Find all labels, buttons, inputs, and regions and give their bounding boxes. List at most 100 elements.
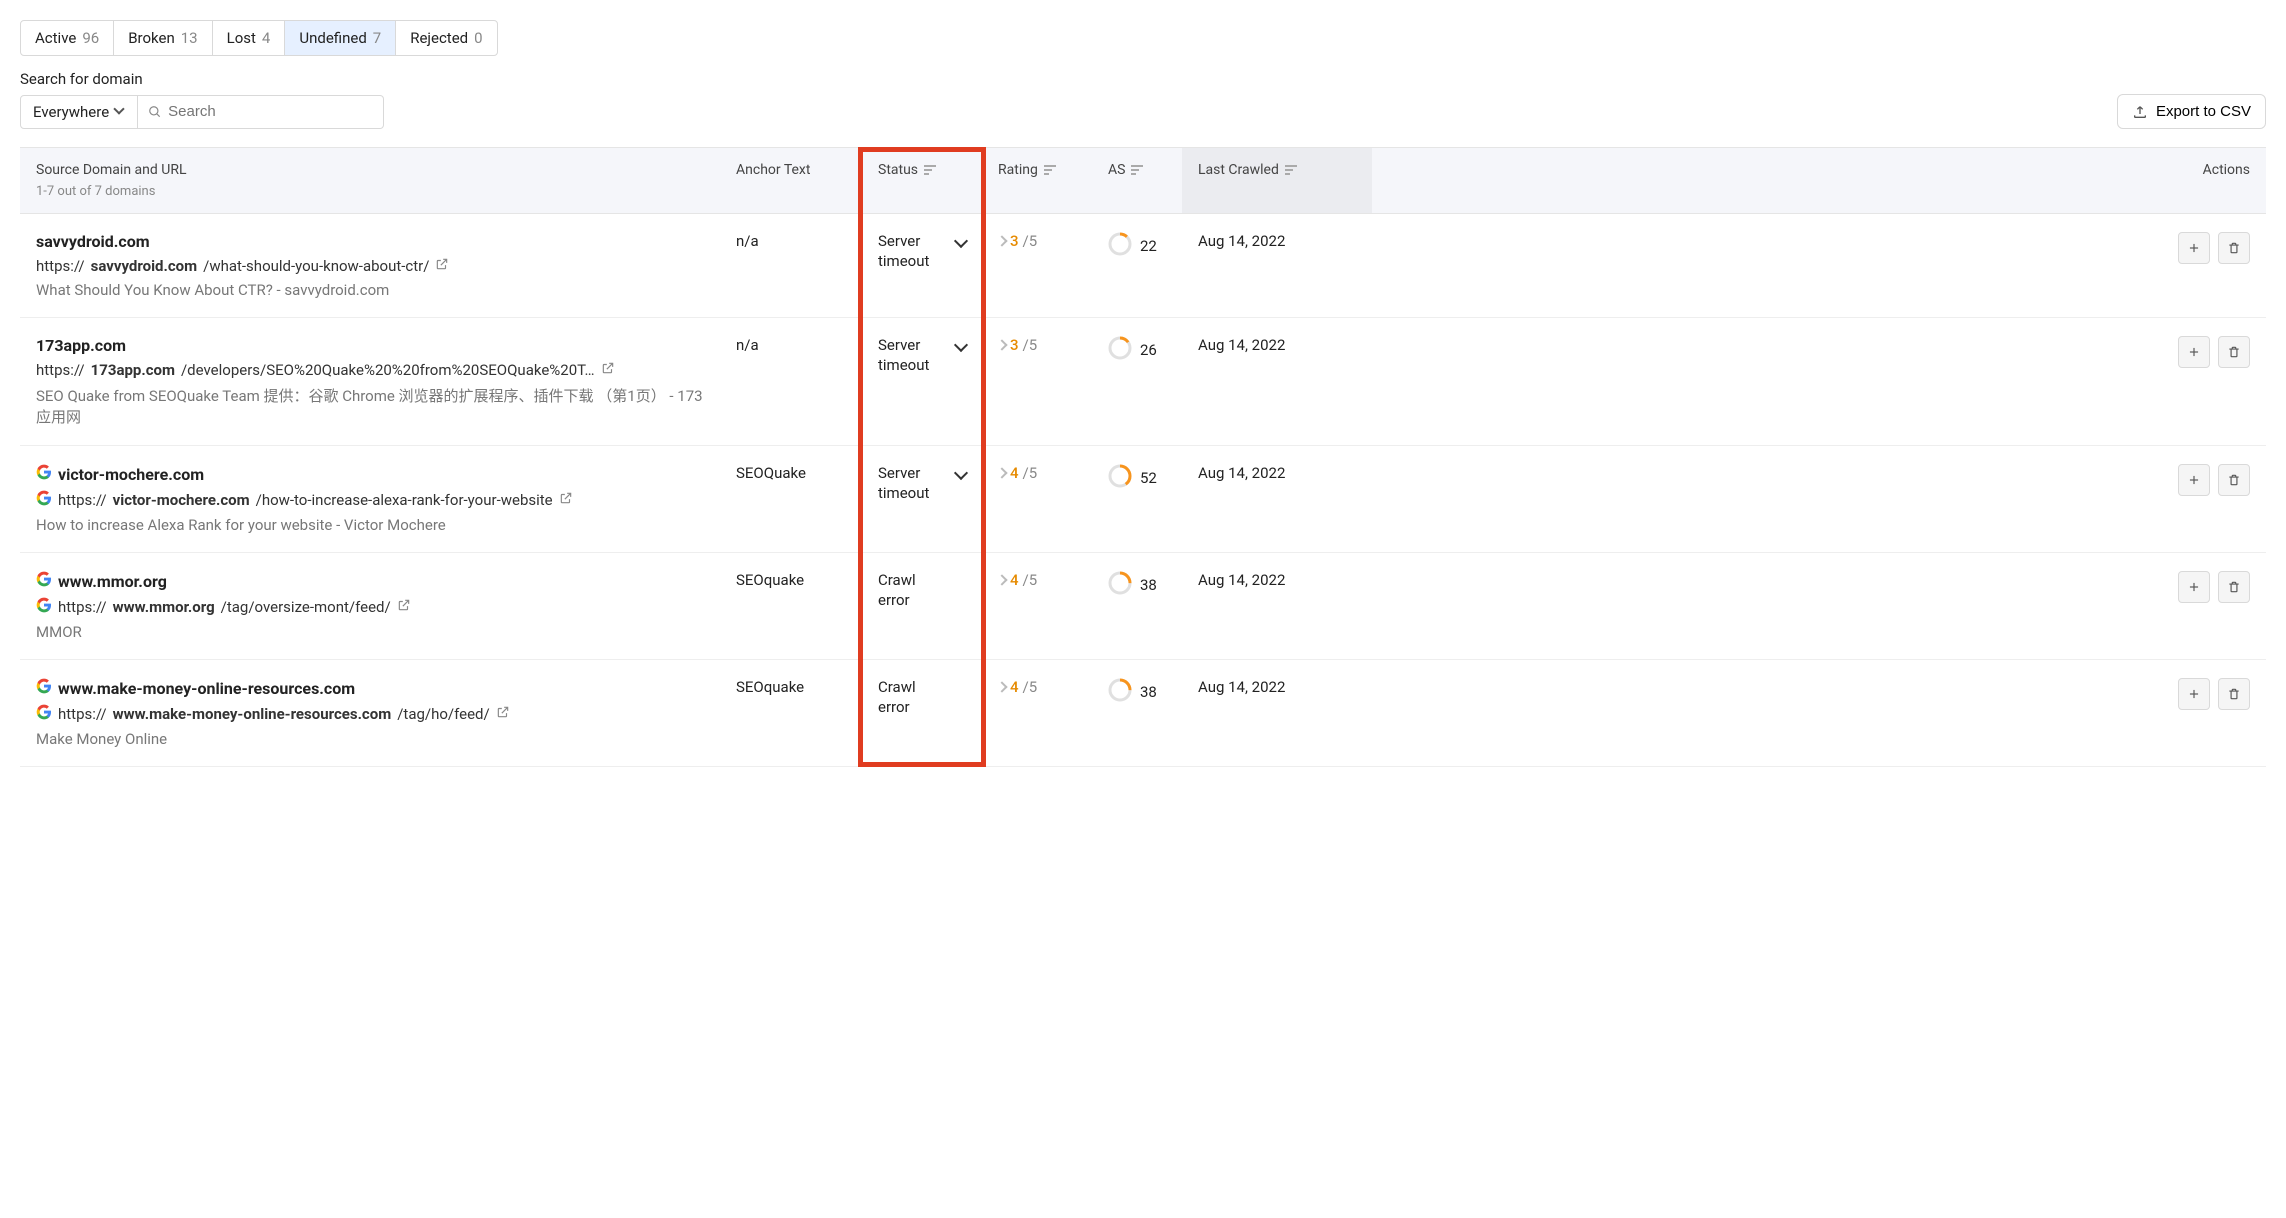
rating-total: /5 bbox=[1023, 678, 1038, 696]
cell-status: Server timeout bbox=[862, 318, 982, 393]
as-arc-icon bbox=[1108, 336, 1132, 364]
tab-count: 0 bbox=[474, 29, 482, 47]
sort-icon bbox=[1131, 165, 1143, 175]
tab-active[interactable]: Active96 bbox=[21, 21, 114, 55]
cell-actions bbox=[1372, 660, 2266, 728]
col-rating[interactable]: Rating bbox=[982, 148, 1092, 213]
chevron-right-icon bbox=[998, 683, 1006, 691]
chevron-down-icon[interactable] bbox=[952, 466, 966, 484]
as-arc-icon bbox=[1108, 571, 1132, 599]
external-link-icon[interactable] bbox=[601, 361, 615, 379]
col-status[interactable]: Status bbox=[862, 148, 982, 213]
cell-anchor: SEOquake bbox=[720, 660, 862, 714]
status-text: Crawl error bbox=[878, 571, 948, 610]
tab-lost[interactable]: Lost4 bbox=[213, 21, 286, 55]
cell-rating[interactable]: 4/5 bbox=[982, 446, 1092, 500]
chevron-right-icon bbox=[998, 576, 1006, 584]
cell-source: victor-mochere.com https://victor-mochere… bbox=[20, 446, 720, 552]
url-line[interactable]: https://www.mmor.org/tag/oversize-mont/f… bbox=[36, 597, 704, 617]
cell-actions bbox=[1372, 214, 2266, 282]
add-button[interactable] bbox=[2178, 336, 2210, 368]
search-label: Search for domain bbox=[20, 70, 2266, 88]
add-button[interactable] bbox=[2178, 678, 2210, 710]
url-line[interactable]: https://173app.com/developers/SEO%20Quak… bbox=[36, 361, 704, 379]
domain-line: victor-mochere.com bbox=[36, 464, 704, 484]
col-as[interactable]: AS bbox=[1092, 148, 1182, 213]
search-controls: Everywhere bbox=[20, 95, 384, 129]
external-link-icon[interactable] bbox=[559, 491, 573, 509]
tab-rejected[interactable]: Rejected0 bbox=[396, 21, 496, 55]
rating-value: 4 bbox=[1010, 464, 1019, 482]
google-favicon-icon bbox=[36, 704, 52, 724]
external-link-icon[interactable] bbox=[435, 257, 449, 275]
cell-crawled: Aug 14, 2022 bbox=[1182, 318, 1372, 372]
search-input[interactable] bbox=[162, 96, 373, 127]
col-crawled[interactable]: Last Crawled bbox=[1182, 148, 1372, 213]
table-header: Source Domain and URL 1-7 out of 7 domai… bbox=[20, 147, 2266, 214]
external-link-icon[interactable] bbox=[496, 705, 510, 723]
sort-icon bbox=[1044, 165, 1056, 175]
tab-broken[interactable]: Broken13 bbox=[114, 21, 212, 55]
url-line[interactable]: https://savvydroid.com/what-should-you-k… bbox=[36, 257, 704, 275]
external-link-icon[interactable] bbox=[397, 598, 411, 616]
cell-anchor: SEOQuake bbox=[720, 446, 862, 500]
as-arc-icon bbox=[1108, 678, 1132, 706]
domain-name: savvydroid.com bbox=[36, 232, 150, 251]
cell-status: Server timeout bbox=[862, 214, 982, 289]
domain-line: www.mmor.org bbox=[36, 571, 704, 591]
google-favicon-icon bbox=[36, 678, 52, 698]
cell-crawled: Aug 14, 2022 bbox=[1182, 214, 1372, 268]
cell-actions bbox=[1372, 553, 2266, 621]
as-arc-icon bbox=[1108, 232, 1132, 260]
delete-button[interactable] bbox=[2218, 336, 2250, 368]
status-text: Server timeout bbox=[878, 464, 946, 503]
chevron-right-icon bbox=[998, 237, 1006, 245]
rating-value: 3 bbox=[1010, 336, 1019, 354]
cell-rating[interactable]: 3/5 bbox=[982, 318, 1092, 372]
cell-anchor: n/a bbox=[720, 214, 862, 268]
page-title-text: What Should You Know About CTR? - savvyd… bbox=[36, 281, 704, 299]
delete-button[interactable] bbox=[2218, 232, 2250, 264]
rating-total: /5 bbox=[1023, 336, 1038, 354]
chevron-down-icon[interactable] bbox=[952, 338, 966, 356]
url-line[interactable]: https://www.make-money-online-resources.… bbox=[36, 704, 704, 724]
add-button[interactable] bbox=[2178, 232, 2210, 264]
chevron-down-icon[interactable] bbox=[952, 234, 966, 252]
page-title-text: Make Money Online bbox=[36, 730, 704, 748]
add-button[interactable] bbox=[2178, 571, 2210, 603]
cell-as: 26 bbox=[1092, 318, 1182, 382]
url-line[interactable]: https://victor-mochere.com/how-to-increa… bbox=[36, 490, 704, 510]
chevron-down-icon bbox=[115, 107, 125, 117]
as-value: 52 bbox=[1140, 469, 1157, 487]
domain-name: www.make-money-online-resources.com bbox=[58, 679, 355, 698]
export-csv-button[interactable]: Export to CSV bbox=[2117, 94, 2266, 129]
status-text: Server timeout bbox=[878, 336, 946, 375]
cell-as: 38 bbox=[1092, 553, 1182, 617]
add-button[interactable] bbox=[2178, 464, 2210, 496]
as-value: 38 bbox=[1140, 683, 1157, 701]
cell-rating[interactable]: 4/5 bbox=[982, 553, 1092, 607]
domain-line: 173app.com bbox=[36, 336, 704, 355]
delete-button[interactable] bbox=[2218, 464, 2250, 496]
google-favicon-icon bbox=[36, 597, 52, 617]
status-text: Server timeout bbox=[878, 232, 946, 271]
search-scope-dropdown[interactable]: Everywhere bbox=[20, 95, 138, 129]
col-anchor[interactable]: Anchor Text bbox=[720, 148, 862, 213]
cell-status: Crawl error bbox=[862, 660, 982, 735]
rating-total: /5 bbox=[1023, 571, 1038, 589]
chevron-right-icon bbox=[998, 341, 1006, 349]
cell-as: 38 bbox=[1092, 660, 1182, 724]
tab-undefined[interactable]: Undefined7 bbox=[285, 21, 396, 55]
cell-rating[interactable]: 4/5 bbox=[982, 660, 1092, 714]
as-value: 22 bbox=[1140, 237, 1157, 255]
page-title-text: SEO Quake from SEOQuake Team 提供：谷歌 Chrom… bbox=[36, 385, 704, 427]
tab-label: Undefined bbox=[299, 29, 366, 47]
cell-rating[interactable]: 3/5 bbox=[982, 214, 1092, 268]
backlinks-table: Source Domain and URL 1-7 out of 7 domai… bbox=[20, 147, 2266, 767]
cell-status: Crawl error bbox=[862, 553, 982, 628]
delete-button[interactable] bbox=[2218, 571, 2250, 603]
cell-crawled: Aug 14, 2022 bbox=[1182, 553, 1372, 607]
delete-button[interactable] bbox=[2218, 678, 2250, 710]
cell-as: 52 bbox=[1092, 446, 1182, 510]
search-input-wrap bbox=[138, 95, 384, 129]
